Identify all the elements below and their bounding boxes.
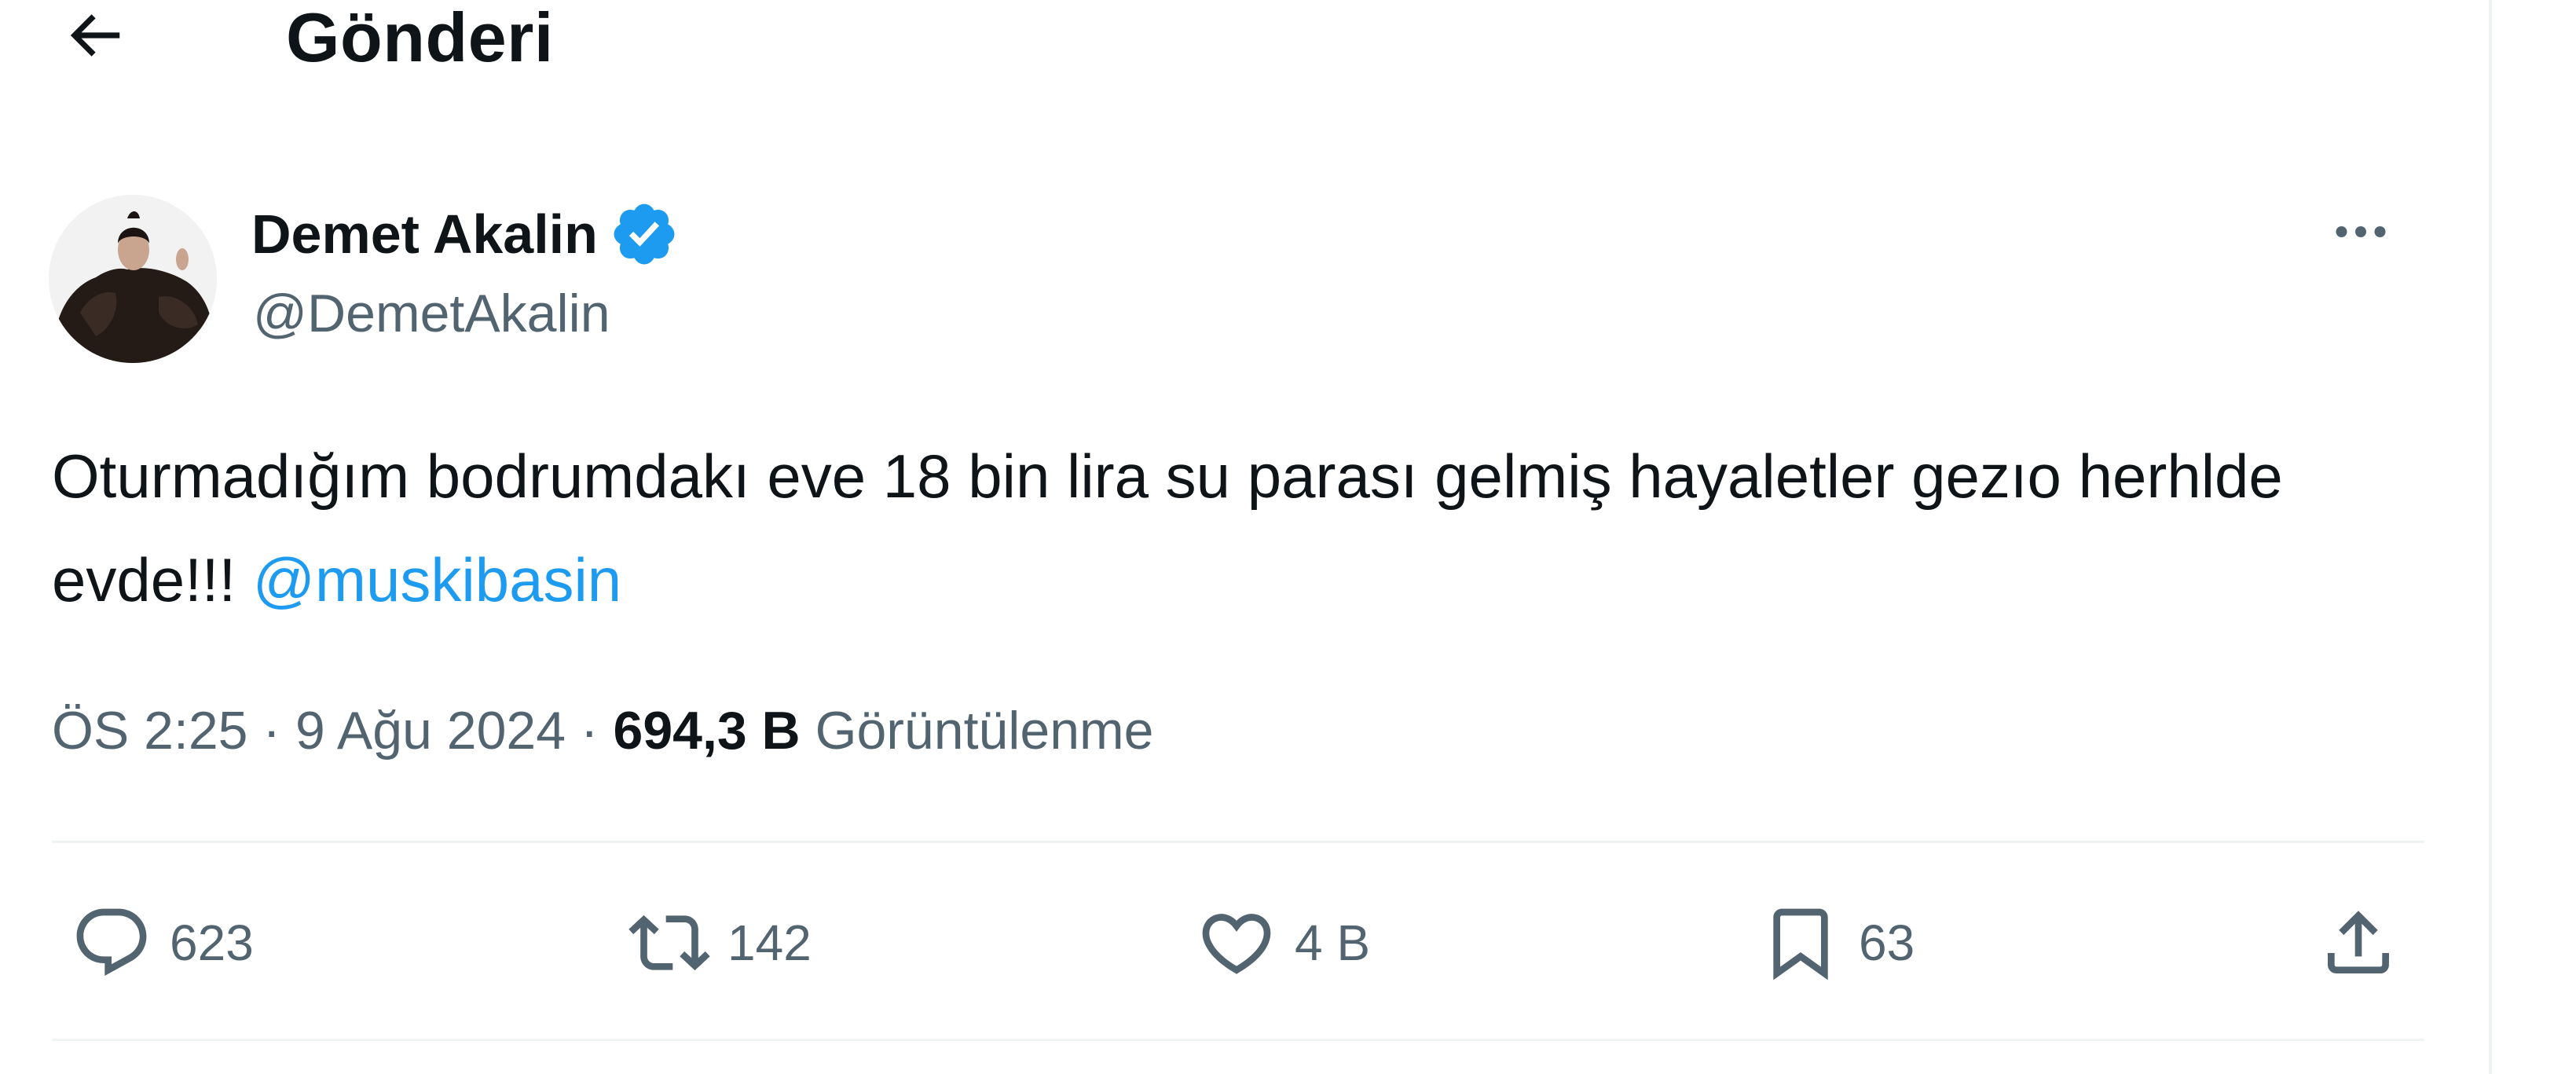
meta-separator: · xyxy=(566,701,614,761)
avatar[interactable] xyxy=(49,195,217,363)
verified-badge-icon xyxy=(614,203,675,265)
heart-icon xyxy=(1202,914,1271,974)
bookmark-count: 63 xyxy=(1859,915,1915,971)
more-dots-icon xyxy=(2336,226,2386,237)
views-label: Görüntülenme xyxy=(815,701,1154,761)
share-button[interactable] xyxy=(2318,896,2399,990)
views-count: 694,3 B xyxy=(613,701,801,761)
avatar-image xyxy=(49,195,217,363)
bookmark-button[interactable]: 63 xyxy=(1760,896,1915,990)
repost-button[interactable]: 142 xyxy=(628,896,812,990)
mention-link[interactable]: @muskibasin xyxy=(253,545,621,614)
tweet-meta: ÖS 2:25 · 9 Ağu 2024 · 694,3 B Görüntüle… xyxy=(52,695,1154,766)
tweet-text: Oturmadığım bodrumdakı eve 18 bin lira s… xyxy=(52,424,2440,632)
author-handle[interactable]: @DemetAkalin xyxy=(253,283,610,344)
more-options-button[interactable] xyxy=(2325,196,2396,267)
arrow-left-icon xyxy=(70,14,120,57)
repost-icon xyxy=(628,915,710,971)
reply-button[interactable]: 623 xyxy=(71,896,254,990)
tweet-date[interactable]: 9 Ağu 2024 xyxy=(295,701,566,761)
tweet-time[interactable]: ÖS 2:25 xyxy=(52,701,248,761)
divider xyxy=(52,1039,2424,1041)
like-button[interactable]: 4 B xyxy=(1196,896,1370,990)
page-title: Gönderi xyxy=(286,0,554,76)
repost-count: 142 xyxy=(727,915,812,971)
post-column: Gönderi Demet Akalin @DemetAkalin Oturma… xyxy=(0,0,2492,1074)
author-name-row[interactable]: Demet Akalin xyxy=(251,195,680,273)
reply-count: 623 xyxy=(170,915,254,971)
share-icon xyxy=(2328,911,2389,973)
author-name[interactable]: Demet Akalin xyxy=(251,203,598,266)
reply-icon xyxy=(76,908,147,977)
bookmark-icon xyxy=(1773,908,1828,981)
back-button[interactable] xyxy=(47,0,141,71)
like-count: 4 B xyxy=(1295,915,1371,971)
divider xyxy=(52,841,2424,843)
meta-separator: · xyxy=(247,701,295,761)
